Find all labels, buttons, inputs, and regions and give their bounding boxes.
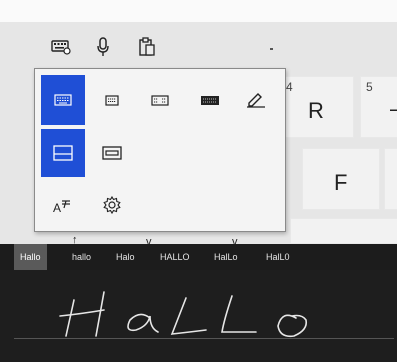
text-suggestions-option[interactable]: A <box>47 187 77 223</box>
layout-small-option[interactable] <box>97 75 127 125</box>
key-r-letter: R <box>308 98 324 123</box>
key-r-number: 4 <box>286 80 293 94</box>
dot-mark <box>270 48 273 50</box>
candidate-item[interactable]: Hallo <box>14 244 47 270</box>
screenshot: 4 R 5 – F <box>0 0 397 362</box>
keyboard-small-icon <box>105 94 119 106</box>
layout-full-option[interactable] <box>193 75 227 125</box>
undocked-layout-icon <box>102 146 122 160</box>
candidate-bar: Hallo hallo Halo HALLO HalLo HalL0 <box>0 244 397 270</box>
handwriting-panel[interactable] <box>0 270 397 362</box>
handwriting-pen-icon <box>247 93 265 108</box>
key-t-partial: – <box>390 96 397 122</box>
docked-layout-icon <box>53 145 73 161</box>
key-5-number: 5 <box>366 80 373 94</box>
candidate-item[interactable]: HalLo <box>214 244 238 270</box>
text-suggestions-icon: A <box>53 200 70 214</box>
keyboard-full-icon <box>201 95 219 105</box>
candidate-item[interactable]: HalL0 <box>266 244 290 270</box>
docked-layout-option[interactable] <box>41 129 85 177</box>
handwriting-ink <box>59 291 308 338</box>
layout-split-option[interactable] <box>143 75 177 125</box>
clipboard-icon <box>139 37 155 56</box>
candidate-item[interactable]: HALLO <box>160 244 190 270</box>
key-row3-bottom[interactable] <box>290 218 397 244</box>
key-row3-right[interactable] <box>384 148 397 210</box>
candidate-item[interactable]: hallo <box>72 244 91 270</box>
layout-default-option[interactable] <box>41 75 85 125</box>
voice-typing-button[interactable] <box>90 34 116 60</box>
microphone-icon <box>97 37 109 56</box>
keyboard-settings-button[interactable] <box>48 34 74 60</box>
layout-handwriting-option[interactable] <box>239 75 273 125</box>
gear-icon <box>103 195 121 215</box>
keyboard-default-icon <box>54 94 72 106</box>
top-strip <box>0 0 397 22</box>
key-f-letter: F <box>334 170 348 195</box>
clipboard-button[interactable] <box>134 34 160 60</box>
keyboard-layout-flyout: A <box>34 68 286 232</box>
keyboard-settings-icon <box>51 40 71 55</box>
svg-text:A: A <box>53 201 61 214</box>
settings-option[interactable] <box>97 187 127 223</box>
candidate-item[interactable]: Halo <box>116 244 135 270</box>
undocked-layout-option[interactable] <box>97 129 127 177</box>
keyboard-split-icon <box>151 94 169 106</box>
